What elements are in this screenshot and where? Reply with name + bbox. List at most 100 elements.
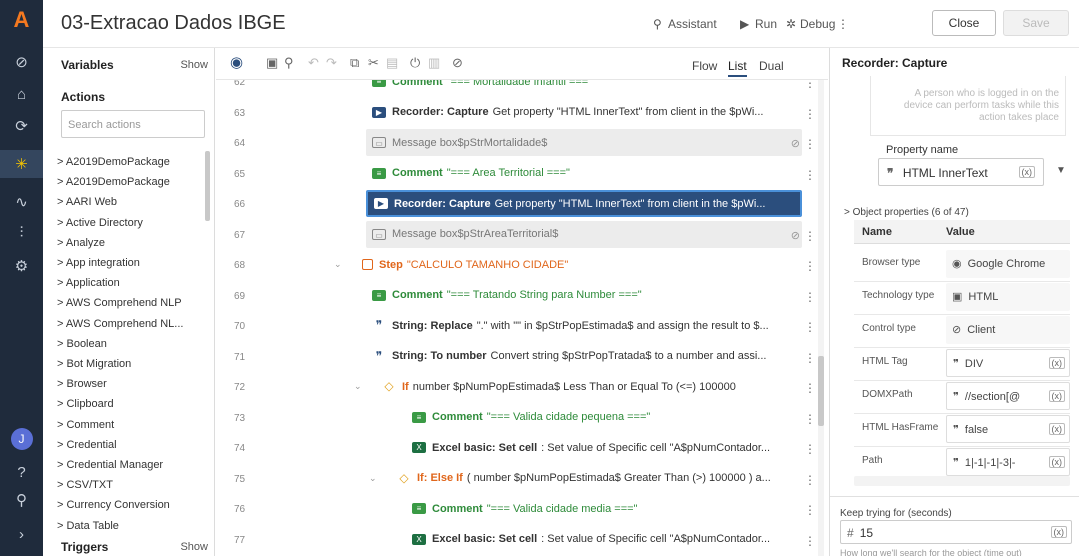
action-row[interactable]: 67 ▭ Message box $pStrAreaTerritorial$ ⊘ ⋮ xyxy=(216,220,826,251)
action-content[interactable]: ▭ Message box $pStrAreaTerritorial$ xyxy=(366,220,802,248)
app-logo-icon[interactable]: A xyxy=(0,6,43,34)
action-row[interactable]: 74 X Excel basic: Set cell: Set value of S… xyxy=(216,434,826,464)
debug-icon[interactable]: ✲ xyxy=(786,17,796,31)
dropdown-chevron-icon[interactable]: ▼ xyxy=(1056,165,1066,176)
action-row[interactable]: 71 ❞ String: To number Convert string $pStr… xyxy=(216,343,826,373)
row-more-icon[interactable]: ⋮ xyxy=(804,442,816,456)
property-value-field[interactable]: ❞ false (x) xyxy=(946,415,1070,443)
delete-icon[interactable]: ▥ xyxy=(428,55,440,71)
action-category-item[interactable]: > AWS Comprehend NLP xyxy=(57,297,182,309)
action-category-item[interactable]: > Boolean xyxy=(57,338,107,350)
action-row[interactable]: 64 ▭ Message box $pStrMortalidade$ ⊘ ⋮ xyxy=(216,129,826,159)
property-value-field[interactable]: ❞ DIV (x) xyxy=(946,349,1070,377)
run-icon[interactable]: ▶ xyxy=(740,17,749,31)
action-category-item[interactable]: > CSV/TXT xyxy=(57,479,113,491)
tab-dual[interactable]: Dual xyxy=(759,59,784,73)
collapse-chevron-icon[interactable]: ⌄ xyxy=(334,259,342,270)
bots-icon[interactable]: ✳ xyxy=(0,150,43,178)
action-row[interactable]: 69 ≡ Comment "=== Tratando String para Numb… xyxy=(216,282,826,312)
paste-icon[interactable]: ▤ xyxy=(386,55,398,71)
action-content[interactable]: ▭ Message box $pStrMortalidade$ xyxy=(366,129,802,156)
action-category-item[interactable]: > Analyze xyxy=(57,237,105,249)
action-row[interactable]: 72 ⌄ ◇ If number $pNumPopEstimada$ Less Than… xyxy=(216,373,826,403)
user-avatar[interactable]: J xyxy=(0,425,43,453)
action-category-item[interactable]: > Browser xyxy=(57,378,107,390)
action-content[interactable]: ≡ Comment "=== Valida cidade pequena ===" xyxy=(406,404,802,431)
action-content[interactable]: ≡ Comment "=== Area Territorial ===" xyxy=(366,160,802,187)
property-value-field[interactable]: ⊘ Client xyxy=(946,316,1070,344)
property-name-field[interactable]: ❞ HTML InnerText (x) xyxy=(878,158,1044,186)
undo-icon[interactable]: ↶ xyxy=(308,55,319,71)
action-category-item[interactable]: > A2019DemoPackage xyxy=(57,156,170,168)
action-content[interactable]: Step "CALCULO TAMANHO CIDADE" xyxy=(356,251,666,278)
row-more-icon[interactable]: ⋮ xyxy=(804,381,816,395)
action-row[interactable]: 63 ▶ Recorder: Capture Get property "HTML I… xyxy=(216,99,826,129)
debug-button[interactable]: Debug xyxy=(800,17,835,31)
explore-icon[interactable]: ⊘ xyxy=(0,48,43,76)
variable-insert-button[interactable]: (x) xyxy=(1018,166,1035,178)
row-more-icon[interactable]: ⋮ xyxy=(804,534,816,548)
property-value-field[interactable]: ◉ Google Chrome xyxy=(946,250,1070,278)
action-row[interactable]: 75 ⌄ ◇ If: Else If( number $pNumPopEstimada… xyxy=(216,465,826,495)
disable-icon[interactable]: ⊘ xyxy=(452,55,463,71)
action-category-item[interactable]: > Bot Migration xyxy=(57,358,131,370)
capture-icon[interactable]: ▣ xyxy=(266,55,278,71)
collapse-chevron-icon[interactable]: ⌄ xyxy=(369,473,377,484)
action-row[interactable]: 66 ▶ Recorder: Capture Get property "HTML I… xyxy=(216,190,826,220)
row-more-icon[interactable]: ⋮ xyxy=(804,198,816,212)
save-button[interactable]: Save xyxy=(1003,10,1069,36)
row-more-icon[interactable]: ⋮ xyxy=(804,320,816,334)
action-content[interactable]: X Excel basic: Set cell: Set value of Spe… xyxy=(406,434,802,461)
device-icon[interactable]: ⚲ xyxy=(0,486,43,514)
row-more-icon[interactable]: ⋮ xyxy=(804,168,816,182)
object-properties-toggle[interactable]: > Object properties (6 of 47) xyxy=(844,207,969,218)
action-row[interactable]: 76 ≡ Comment "=== Valida cidade media ===" ⋮ xyxy=(216,495,826,525)
search-actions-input[interactable]: Search actions xyxy=(61,110,205,138)
search-icon[interactable]: ⚲ xyxy=(284,55,294,71)
action-category-item[interactable]: > Active Directory xyxy=(57,217,143,229)
keep-trying-field[interactable]: #15 (x) xyxy=(840,520,1072,544)
activity-icon[interactable]: ∿ xyxy=(0,188,43,216)
row-more-icon[interactable]: ⋮ xyxy=(804,290,816,304)
action-content[interactable]: ≡ Comment "=== Valida cidade media ===" xyxy=(406,495,802,522)
action-category-item[interactable]: > Application xyxy=(57,277,120,289)
action-category-item[interactable]: > Credential xyxy=(57,439,117,451)
action-category-item[interactable]: > App integration xyxy=(57,257,140,269)
row-more-icon[interactable]: ⋮ xyxy=(804,80,816,90)
variable-insert-button[interactable]: (x) xyxy=(1048,456,1065,468)
assistant-icon[interactable]: ⚲ xyxy=(653,17,662,31)
variable-insert-button[interactable]: (x) xyxy=(1048,357,1065,369)
recorder-icon[interactable]: ◉ xyxy=(230,53,243,71)
property-value-field[interactable]: ❞ //section[@ (x) xyxy=(946,382,1070,410)
action-content[interactable]: ≡ Comment "=== Tratando String para Number… xyxy=(366,282,802,309)
variables-show-link[interactable]: Show xyxy=(180,59,208,71)
action-content[interactable]: ❞ String: To number Convert string $pStrPo… xyxy=(366,343,802,370)
tab-list[interactable]: List xyxy=(728,59,747,77)
cut-icon[interactable]: ✂ xyxy=(368,55,379,71)
action-row[interactable]: 70 ❞ String: Replace "." with "" in $pStrPo… xyxy=(216,312,826,342)
row-more-icon[interactable]: ⋮ xyxy=(804,412,816,426)
help-icon[interactable]: ? xyxy=(0,458,43,486)
action-content[interactable]: ◇ If number $pNumPopEstimada$ Less Than or… xyxy=(376,373,802,400)
action-content[interactable]: ❞ String: Replace "." with "" in $pStrPopE… xyxy=(366,312,802,339)
close-button[interactable]: Close xyxy=(932,10,996,36)
action-content[interactable]: ◇ If: Else If( number $pNumPopEstimada$ G… xyxy=(391,465,802,492)
variable-insert-button-2[interactable]: (x) xyxy=(1050,526,1067,538)
expand-icon[interactable]: › xyxy=(0,520,43,548)
action-row[interactable]: 68 ⌄ Step "CALCULO TAMANHO CIDADE" ⋮ xyxy=(216,251,826,281)
action-category-item[interactable]: > Data Table xyxy=(57,520,119,532)
action-category-item[interactable]: > Clipboard xyxy=(57,398,114,410)
redo-icon[interactable]: ↷ xyxy=(326,55,337,71)
variable-insert-button[interactable]: (x) xyxy=(1048,390,1065,402)
row-more-icon[interactable]: ⋮ xyxy=(804,473,816,487)
action-row[interactable]: 65 ≡ Comment "=== Area Territorial ===" ⋮ xyxy=(216,160,826,190)
action-row[interactable]: 62 ≡ Comment "=== Mortalidade Infantil ==="… xyxy=(216,80,826,98)
action-category-item[interactable]: > Credential Manager xyxy=(57,459,163,471)
home-icon[interactable]: ⌂ xyxy=(0,80,43,108)
manage-icon[interactable]: ⫶ xyxy=(0,218,43,246)
more-options-icon[interactable]: ⋮ xyxy=(837,17,849,31)
action-category-item[interactable]: > Comment xyxy=(57,419,114,431)
run-button[interactable]: Run xyxy=(755,17,777,31)
automation-icon[interactable]: ⟳ xyxy=(0,112,43,140)
row-more-icon[interactable]: ⋮ xyxy=(804,351,816,365)
